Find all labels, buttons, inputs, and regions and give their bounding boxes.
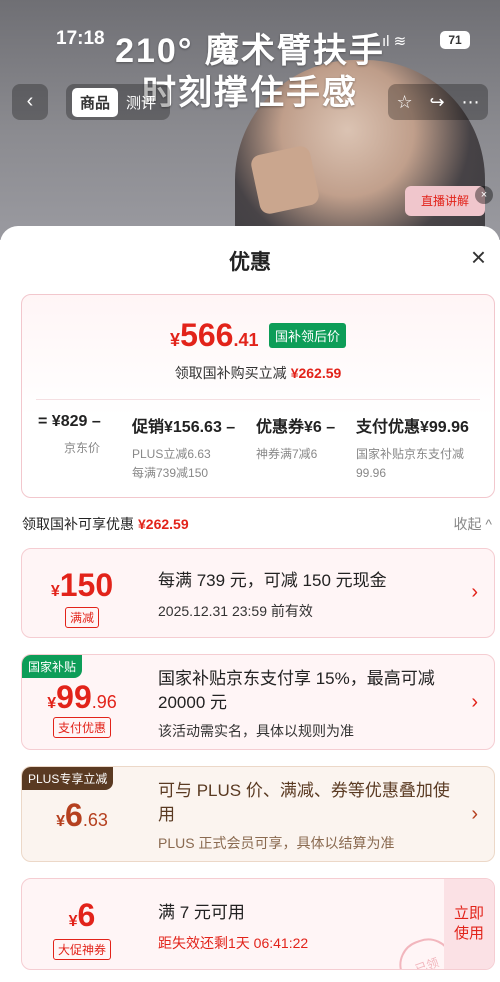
card-tag: 支付优惠 bbox=[22, 717, 142, 738]
discount-card-full-reduction[interactable]: ¥150 满减 每满 739 元，可减 150 元现金 2025.12.31 2… bbox=[21, 548, 495, 638]
formula-main: 支付优惠¥99.96 bbox=[356, 419, 469, 436]
card-title: 国家补贴京东支付享 15%，最高可减 20000 元 bbox=[158, 669, 435, 712]
nav-actions: ☆ ↪ ⋯ bbox=[388, 84, 488, 120]
live-badge-label: 直播讲解 bbox=[420, 194, 469, 208]
card-tag-label: 满减 bbox=[64, 607, 99, 628]
card-corner-badge: PLUS专享立减 bbox=[22, 767, 114, 790]
formula-note: 神券满7减6 bbox=[256, 447, 318, 461]
back-button[interactable]: ‹ bbox=[12, 84, 48, 120]
enjoy-label: 领取国补可享优惠 bbox=[22, 516, 134, 532]
price-decimal: .41 bbox=[233, 330, 259, 350]
divider bbox=[36, 399, 480, 400]
final-price-row: ¥566.41 国补领后价 bbox=[22, 317, 494, 354]
discount-card-coupon[interactable]: ¥6 大促神券 满 7 元可用 距失效还剩1天 06:41:22 已领 立即使用 bbox=[21, 878, 495, 970]
card-tag: 满减 bbox=[22, 607, 142, 628]
enjoy-amount: ¥262.59 bbox=[138, 516, 189, 532]
card-amount-value: 6 bbox=[65, 797, 83, 833]
discount-subtitle-amount: ¥262.59 bbox=[290, 365, 342, 381]
use-now-button[interactable]: 立即使用 bbox=[444, 879, 494, 969]
countdown-prefix: 距失效还剩 bbox=[158, 935, 228, 951]
price-tag: 国补领后价 bbox=[268, 323, 346, 348]
formula-item-coupon: 优惠券¥6 – 神券满7减6 bbox=[256, 413, 335, 464]
tab-product[interactable]: 商品 bbox=[72, 87, 119, 117]
share-icon[interactable]: ↪ bbox=[430, 92, 445, 113]
card-amount-value: 150 bbox=[59, 567, 114, 603]
currency-symbol: ¥ bbox=[170, 330, 181, 350]
formula-item-promo: 促销¥156.63 – PLUS立减6.63 每满739减150 bbox=[132, 413, 235, 483]
discount-subtitle: 领取国补购买立减 ¥262.59 bbox=[22, 363, 494, 383]
chevron-right-icon[interactable]: › bbox=[471, 803, 478, 826]
card-amount-value: 99 bbox=[56, 679, 92, 715]
card-body: 满 7 元可用 距失效还剩1天 06:41:22 bbox=[158, 901, 434, 953]
discount-card-national-subsidy[interactable]: 国家补贴 ¥99.96 支付优惠 国家补贴京东支付享 15%，最高可减 2000… bbox=[21, 654, 495, 750]
card-amount-value: 6 bbox=[77, 897, 96, 933]
card-amount: ¥6 bbox=[22, 897, 142, 934]
live-badge[interactable]: 直播讲解 × bbox=[405, 186, 493, 216]
card-tag-label: 支付优惠 bbox=[52, 717, 111, 738]
card-body: 每满 739 元，可减 150 元现金 2025.12.31 23:59 前有效 bbox=[158, 569, 454, 621]
use-now-label: 立即使用 bbox=[453, 905, 484, 942]
card-detail: PLUS 正式会员可享，具体以结算为准 bbox=[158, 835, 395, 851]
status-time: 17:18 bbox=[56, 28, 105, 49]
formula-item-jd-price: = ¥829 – 京东价 bbox=[38, 413, 101, 458]
price-integer: 566 bbox=[180, 317, 234, 353]
card-detail: 距失效还剩1天 06:41:22 bbox=[158, 933, 434, 953]
status-bar: 17:18 ıl ≋ 71 bbox=[0, 28, 500, 56]
formula-note-line: 国家补贴京东支付减 bbox=[356, 447, 465, 461]
price-formula: = ¥829 – 京东价 促销¥156.63 – PLUS立减6.63 每满73… bbox=[38, 413, 486, 485]
card-body: 国家补贴京东支付享 15%，最高可减 20000 元 该活动需实名，具体以规则为… bbox=[158, 667, 454, 741]
discount-sheet: 优惠 × ¥566.41 国补领后价 领取国补购买立减 ¥262.59 = ¥82… bbox=[0, 226, 500, 982]
top-nav: ‹ 商品 测评 ☆ ↪ ⋯ bbox=[12, 84, 488, 120]
card-tag: 大促神券 bbox=[22, 939, 142, 960]
card-tag-label: 大促神券 bbox=[52, 939, 111, 960]
card-amount-decimal: .63 bbox=[82, 810, 108, 830]
card-amount: ¥150 bbox=[22, 567, 142, 604]
sheet-title: 优惠 bbox=[229, 251, 271, 274]
card-currency: ¥ bbox=[56, 813, 66, 830]
price-summary: ¥566.41 国补领后价 领取国补购买立减 ¥262.59 = ¥829 – 京… bbox=[21, 294, 495, 498]
countdown-timer: 1天 06:41:22 bbox=[228, 935, 309, 951]
phone-photo bbox=[249, 144, 321, 216]
formula-note: 国家补贴京东支付减 99.96 bbox=[356, 445, 469, 483]
discount-card-plus[interactable]: PLUS专享立减 ¥6.63 可与 PLUS 价、满减、券等优惠叠加使用 PLU… bbox=[21, 766, 495, 862]
nav-tabs: 商品 测评 bbox=[66, 84, 171, 120]
card-detail: 该活动需实名，具体以规则为准 bbox=[158, 723, 354, 739]
enjoy-discount: 领取国补可享优惠 ¥262.59 bbox=[22, 514, 189, 534]
close-icon[interactable]: × bbox=[475, 186, 493, 204]
chevron-right-icon[interactable]: › bbox=[471, 581, 478, 604]
card-amount-decimal: .96 bbox=[91, 692, 117, 712]
card-title: 每满 739 元，可减 150 元现金 bbox=[158, 571, 387, 590]
card-amount: ¥6.63 bbox=[22, 797, 142, 834]
formula-note: PLUS立减6.63 每满739减150 bbox=[132, 445, 235, 483]
card-amount: ¥99.96 bbox=[22, 679, 142, 716]
discount-subtitle-text: 领取国补购买立减 bbox=[174, 365, 287, 381]
card-title: 可与 PLUS 价、满减、券等优惠叠加使用 bbox=[158, 781, 450, 824]
formula-note: 京东价 bbox=[64, 441, 101, 455]
formula-main: 优惠券¥6 – bbox=[256, 419, 336, 436]
formula-note-line: PLUS立减6.63 bbox=[132, 447, 211, 461]
card-body: 可与 PLUS 价、满减、券等优惠叠加使用 PLUS 正式会员可享，具体以结算为… bbox=[158, 779, 454, 853]
formula-note-line: 99.96 bbox=[356, 466, 387, 480]
card-currency: ¥ bbox=[47, 695, 57, 712]
star-icon[interactable]: ☆ bbox=[396, 92, 412, 113]
wifi-icon: ıl ≋ bbox=[382, 33, 407, 50]
tab-review[interactable]: 测评 bbox=[118, 88, 164, 117]
close-button[interactable]: × bbox=[471, 242, 486, 272]
formula-note-line: 每满739减150 bbox=[132, 466, 209, 480]
card-currency: ¥ bbox=[68, 913, 78, 930]
more-icon[interactable]: ⋯ bbox=[462, 92, 480, 113]
collapse-button[interactable]: 收起 ^ bbox=[454, 514, 492, 534]
card-detail: 2025.12.31 23:59 前有效 bbox=[158, 603, 313, 619]
card-currency: ¥ bbox=[50, 583, 60, 600]
formula-main: 促销¥156.63 – bbox=[132, 419, 236, 436]
card-corner-badge: 国家补贴 bbox=[22, 655, 83, 678]
chevron-right-icon[interactable]: › bbox=[471, 691, 478, 714]
card-title: 满 7 元可用 bbox=[158, 903, 245, 922]
formula-main: = ¥829 – bbox=[38, 413, 101, 430]
formula-item-payment: 支付优惠¥99.96 国家补贴京东支付减 99.96 bbox=[356, 413, 469, 483]
final-price: ¥566.41 bbox=[170, 317, 258, 354]
battery-icon: 71 bbox=[440, 31, 470, 49]
